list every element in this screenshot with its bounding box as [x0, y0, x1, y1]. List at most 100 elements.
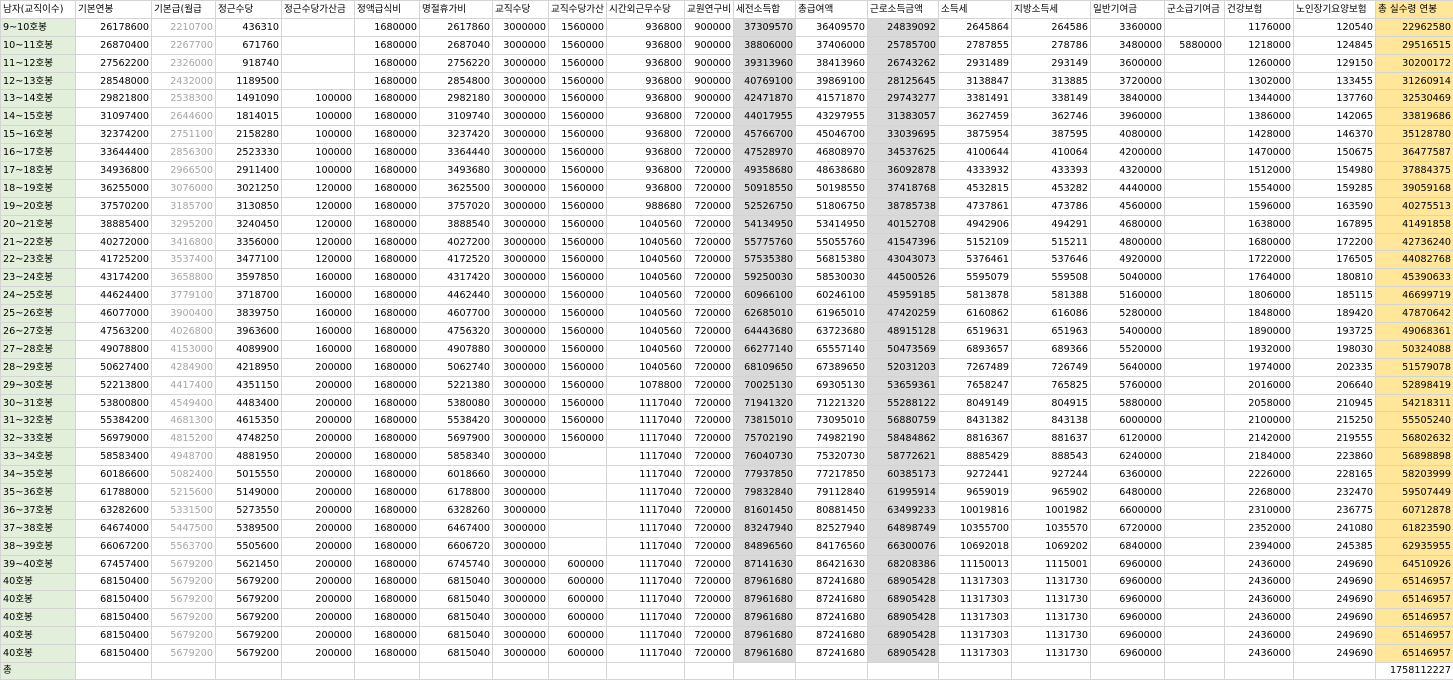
column-header-16[interactable]: 일반기여금 [1091, 1, 1165, 19]
table-cell[interactable]: 2352000 [1225, 519, 1294, 537]
table-cell[interactable]: 881637 [1012, 430, 1091, 448]
table-cell[interactable]: 2436000 [1225, 609, 1294, 627]
table-cell[interactable]: 1428000 [1225, 126, 1294, 144]
table-cell[interactable]: 55384200 [76, 412, 152, 430]
table-cell[interactable]: 1680000 [355, 305, 420, 323]
table-cell[interactable]: 1596000 [1225, 197, 1294, 215]
table-cell[interactable]: 3000000 [493, 430, 549, 448]
table-cell[interactable]: 200000 [282, 448, 355, 466]
table-cell[interactable]: 6815040 [420, 573, 493, 591]
table-cell[interactable]: 1040560 [607, 323, 685, 341]
table-cell[interactable]: 52213800 [76, 376, 152, 394]
table-cell[interactable] [1165, 466, 1225, 484]
table-cell[interactable] [1165, 72, 1225, 90]
table-cell[interactable] [282, 18, 355, 36]
table-cell[interactable]: 1680000 [355, 537, 420, 555]
table-cell[interactable]: 55505240 [1376, 412, 1453, 430]
table-cell[interactable]: 159285 [1294, 179, 1376, 197]
table-cell[interactable]: 559508 [1012, 269, 1091, 287]
table-cell[interactable]: 3000000 [493, 555, 549, 573]
table-cell[interactable]: 2856300 [152, 144, 216, 162]
table-cell[interactable]: 1848000 [1225, 305, 1294, 323]
table-cell[interactable]: 142065 [1294, 108, 1376, 126]
table-cell[interactable]: 3480000 [1091, 36, 1165, 54]
table-cell[interactable]: 804915 [1012, 394, 1091, 412]
table-cell[interactable]: 2100000 [1225, 412, 1294, 430]
table-cell[interactable]: 56898898 [1376, 448, 1453, 466]
table-cell[interactable]: 3720000 [1091, 72, 1165, 90]
table-cell[interactable]: 6606720 [420, 537, 493, 555]
table-cell[interactable]: 410064 [1012, 144, 1091, 162]
row-label[interactable]: 24~25호봉 [1, 287, 76, 305]
table-cell[interactable]: 2436000 [1225, 573, 1294, 591]
table-cell[interactable]: 53659361 [868, 376, 939, 394]
table-cell[interactable]: 4681300 [152, 412, 216, 430]
table-cell[interactable]: 720000 [685, 162, 734, 180]
table-cell[interactable]: 918740 [216, 54, 282, 72]
table-cell[interactable]: 75702190 [734, 430, 796, 448]
table-cell[interactable]: 43043073 [868, 251, 939, 269]
table-cell[interactable] [1165, 90, 1225, 108]
table-cell[interactable]: 44082768 [1376, 251, 1453, 269]
table-cell[interactable]: 39059168 [1376, 179, 1453, 197]
table-cell[interactable]: 70025130 [734, 376, 796, 394]
table-cell[interactable] [1165, 144, 1225, 162]
table-cell[interactable]: 3000000 [493, 340, 549, 358]
table-cell[interactable]: 1560000 [549, 197, 607, 215]
table-cell[interactable]: 5273550 [216, 501, 282, 519]
table-cell[interactable]: 720000 [685, 126, 734, 144]
table-cell[interactable]: 2982180 [420, 90, 493, 108]
table-cell[interactable]: 73095010 [796, 412, 868, 430]
column-header-13[interactable]: 근로소득금액 [868, 1, 939, 19]
table-cell[interactable]: 1131730 [1012, 627, 1091, 645]
table-cell[interactable]: 5679200 [216, 573, 282, 591]
table-cell[interactable]: 720000 [685, 358, 734, 376]
table-cell[interactable]: 150675 [1294, 144, 1376, 162]
table-cell[interactable]: 4907880 [420, 340, 493, 358]
table-cell[interactable]: 87241680 [796, 627, 868, 645]
table-cell[interactable]: 75320730 [796, 448, 868, 466]
row-label[interactable]: 27~28호봉 [1, 340, 76, 358]
table-cell[interactable]: 61823590 [1376, 519, 1453, 537]
table-cell[interactable]: 5160000 [1091, 287, 1165, 305]
table-cell[interactable]: 249690 [1294, 573, 1376, 591]
table-cell[interactable]: 10692018 [939, 537, 1012, 555]
column-header-3[interactable]: 정근수당 [216, 1, 282, 19]
table-cell[interactable]: 3000000 [493, 323, 549, 341]
table-cell[interactable]: 3000000 [493, 573, 549, 591]
table-cell[interactable]: 1680000 [355, 108, 420, 126]
table-cell[interactable] [1165, 54, 1225, 72]
table-cell[interactable]: 3875954 [939, 126, 1012, 144]
table-cell[interactable]: 3416800 [152, 233, 216, 251]
table-cell[interactable]: 4351150 [216, 376, 282, 394]
table-cell[interactable]: 86421630 [796, 555, 868, 573]
table-cell[interactable]: 38806000 [734, 36, 796, 54]
table-cell[interactable]: 87961680 [734, 591, 796, 609]
table-cell[interactable]: 1680000 [355, 287, 420, 305]
table-cell[interactable]: 3295200 [152, 215, 216, 233]
column-header-10[interactable]: 교원연구비 [685, 1, 734, 19]
table-cell[interactable]: 120000 [282, 197, 355, 215]
table-cell[interactable]: 5813878 [939, 287, 1012, 305]
table-cell[interactable]: 900000 [685, 54, 734, 72]
table-cell[interactable]: 1512000 [1225, 162, 1294, 180]
table-cell[interactable]: 1554000 [1225, 179, 1294, 197]
table-cell[interactable]: 1638000 [1225, 215, 1294, 233]
table-cell[interactable]: 83247940 [734, 519, 796, 537]
table-cell[interactable]: 1560000 [549, 72, 607, 90]
table-cell[interactable]: 600000 [549, 573, 607, 591]
table-cell[interactable]: 60246100 [796, 287, 868, 305]
table-cell[interactable] [549, 537, 607, 555]
table-cell[interactable] [1165, 358, 1225, 376]
column-header-12[interactable]: 총급여액 [796, 1, 868, 19]
table-cell[interactable]: 3658800 [152, 269, 216, 287]
table-cell[interactable]: 41571870 [796, 90, 868, 108]
table-cell[interactable]: 2226000 [1225, 466, 1294, 484]
row-label[interactable]: 14~15호봉 [1, 108, 76, 126]
table-cell[interactable]: 55288122 [868, 394, 939, 412]
table-cell[interactable]: 87961680 [734, 573, 796, 591]
table-cell[interactable]: 2911400 [216, 162, 282, 180]
column-header-6[interactable]: 명절휴가비 [420, 1, 493, 19]
table-cell[interactable]: 3000000 [493, 412, 549, 430]
table-cell[interactable]: 163590 [1294, 197, 1376, 215]
